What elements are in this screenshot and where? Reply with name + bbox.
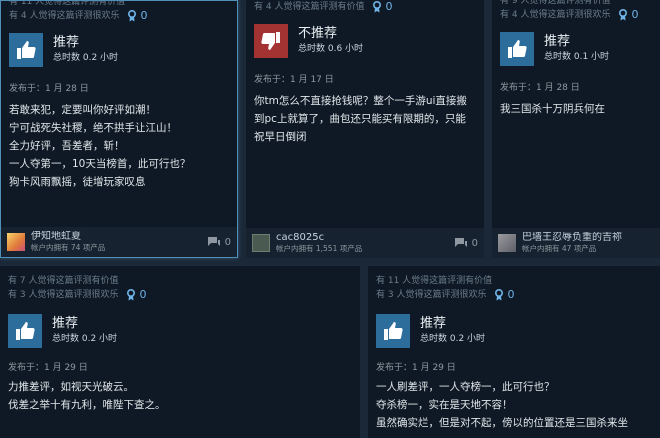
review-line: 全力好评，吾差者，斩！ xyxy=(9,140,125,152)
funny-count: 有 4 人觉得这篇评测有价值 0 xyxy=(254,0,476,14)
award-icon xyxy=(128,10,137,22)
review-card[interactable]: 有 9 人觉得这篇评测有价值 有 4 人觉得这篇评测很欢乐 0 推荐 总时数 0… xyxy=(492,0,660,258)
recommendation-label: 不推荐 xyxy=(298,26,338,41)
award-icon xyxy=(619,9,628,21)
funny-count-text: 有 3 人觉得这篇评测很欢乐 xyxy=(376,290,487,300)
recommendation: 推荐 总时数 0.1 小时 xyxy=(500,32,652,66)
review-card[interactable]: 有 7 人觉得这篇评测有价值 有 3 人觉得这篇评测很欢乐 0 推荐 总时数 0… xyxy=(0,266,360,438)
review-text: 你tm怎么不直接抢钱呢？整个一手游ui直接搬 到pc上就算了，曲包还只能买有限期… xyxy=(254,92,476,146)
comment-icon xyxy=(454,238,467,247)
thumbs-up-icon xyxy=(500,32,534,66)
award-count: 0 xyxy=(631,8,639,21)
thumbs-down-icon xyxy=(254,24,288,58)
recommendation: 推荐 总时数 0.2 小时 xyxy=(376,314,652,348)
funny-count: 有 3 人觉得这篇评测很欢乐 0 xyxy=(8,288,352,302)
award-icon xyxy=(495,289,504,301)
review-line: 虽然确实烂，但是对不起，傍以的位置还是三国杀来坐 xyxy=(376,417,628,429)
funny-count-text: 有 3 人觉得这篇评测很欢乐 xyxy=(8,290,119,300)
award-icon xyxy=(127,289,136,301)
review-author[interactable]: 巴墙王忍辱负重的吉祢 帐户内拥有 47 项产品 xyxy=(492,228,660,258)
award-button[interactable]: 0 xyxy=(494,288,514,302)
award-icon xyxy=(373,1,382,13)
comments-button[interactable]: 0 xyxy=(454,237,478,249)
funny-count-text: 有 4 人觉得这篇评测很欢乐 xyxy=(9,11,120,21)
username[interactable]: 伊知地虹夏 xyxy=(31,231,207,243)
review-author[interactable]: 伊知地虹夏 帐户内拥有 74 项产品 0 xyxy=(1,227,237,257)
review-author[interactable]: cac8025c 帐户内拥有 1,551 项产品 0 xyxy=(246,228,484,258)
comments-button[interactable]: 0 xyxy=(207,236,231,248)
review-line: 你tm怎么不直接抢钱呢？整个一手游ui直接搬 xyxy=(254,95,467,107)
recommendation-label: 推荐 xyxy=(420,316,447,331)
thumbs-up-icon xyxy=(8,314,42,348)
comment-count: 0 xyxy=(224,236,231,248)
award-count: 0 xyxy=(385,0,393,13)
avatar[interactable] xyxy=(498,234,516,252)
review-line: 一人夺第一，10天当榜首，此可行也？ xyxy=(9,158,191,170)
recommendation-label: 推荐 xyxy=(53,35,80,50)
username[interactable]: cac8025c xyxy=(276,232,454,244)
recommendation-label: 推荐 xyxy=(544,34,571,49)
review-line: 祝早日倒闭 xyxy=(254,131,307,143)
award-button[interactable]: 0 xyxy=(126,288,146,302)
hours-played: 总时数 0.6 小时 xyxy=(298,44,364,54)
award-button[interactable]: 0 xyxy=(127,9,147,23)
recommendation: 不推荐 总时数 0.6 小时 xyxy=(254,24,476,58)
review-line: 狗卡风雨飘摇，徒增玩家叹息 xyxy=(9,176,146,188)
recommendation: 推荐 总时数 0.2 小时 xyxy=(8,314,352,348)
avatar[interactable] xyxy=(252,234,270,252)
review-line: 力推差评，如视天光破云。 xyxy=(8,381,134,393)
review-text: 一人刷差评，一人夺榜一，此可行也？ 夺杀榜一，实在是天地不容！ 虽然确实烂，但是… xyxy=(376,378,652,432)
posted-date: 发布于：1 月 29 日 xyxy=(376,363,456,373)
review-line: 夺杀榜一，实在是天地不容！ xyxy=(376,399,513,411)
recommendation-label: 推荐 xyxy=(52,316,79,331)
comment-count: 0 xyxy=(471,237,478,249)
hours-played: 总时数 0.2 小时 xyxy=(53,53,119,63)
review-line: 我三国杀十万阴兵何在 xyxy=(500,103,605,115)
funny-count-text: 有 4 人觉得这篇评测有价值 xyxy=(254,2,365,12)
review-card[interactable]: 有 11 人觉得这篇评测有价值 有 3 人觉得这篇评测很欢乐 0 推荐 总时数 … xyxy=(368,266,660,438)
hours-played: 总时数 0.2 小时 xyxy=(420,334,486,344)
products-owned: 帐户内拥有 74 项产品 xyxy=(31,243,106,252)
thumbs-up-icon xyxy=(9,33,43,67)
review-line: 宁可战死失社稷，绝不拱手让江山！ xyxy=(9,122,177,134)
thumbs-up-icon xyxy=(376,314,410,348)
funny-count: 有 3 人觉得这篇评测很欢乐 0 xyxy=(376,288,652,302)
review-line: 伐差之举十有九利，唯陛下查之。 xyxy=(8,399,166,411)
posted-date: 发布于：1 月 29 日 xyxy=(8,363,88,373)
review-line: 到pc上就算了，曲包还只能买有限期的，只能 xyxy=(254,113,466,125)
review-card[interactable]: 有 4 人觉得这篇评测有价值 0 不推荐 总时数 0.6 小时 发布于：1 月 … xyxy=(246,0,484,258)
posted-date: 发布于：1 月 28 日 xyxy=(500,83,580,93)
award-count: 0 xyxy=(140,9,148,22)
award-button[interactable]: 0 xyxy=(372,0,392,14)
products-owned: 帐户内拥有 47 项产品 xyxy=(522,244,597,253)
award-count: 0 xyxy=(507,288,515,301)
helpful-count: 有 7 人觉得这篇评测有价值 xyxy=(8,276,119,286)
posted-date: 发布于：1 月 17 日 xyxy=(254,75,334,85)
review-text: 我三国杀十万阴兵何在 xyxy=(500,100,652,118)
award-button[interactable]: 0 xyxy=(618,8,638,22)
review-text: 若敢来犯，定要叫你好评如潮！ 宁可战死失社稷，绝不拱手让江山！ 全力好评，吾差者… xyxy=(9,101,229,191)
username[interactable]: 巴墙王忍辱负重的吉祢 xyxy=(522,232,654,244)
recommendation: 推荐 总时数 0.2 小时 xyxy=(9,33,229,67)
hours-played: 总时数 0.2 小时 xyxy=(52,334,118,344)
review-line: 若敢来犯，定要叫你好评如潮！ xyxy=(9,104,156,116)
funny-count-text: 有 4 人觉得这篇评测很欢乐 xyxy=(500,10,611,20)
helpful-count: 有 11 人觉得这篇评测有价值 xyxy=(9,0,126,7)
review-card[interactable]: 有 11 人觉得这篇评测有价值 有 4 人觉得这篇评测很欢乐 0 推荐 总时数 … xyxy=(0,0,238,258)
funny-count: 有 4 人觉得这篇评测很欢乐 0 xyxy=(500,8,652,22)
helpful-count: 有 11 人觉得这篇评测有价值 xyxy=(376,276,493,286)
funny-count: 有 4 人觉得这篇评测很欢乐 0 xyxy=(9,9,229,23)
avatar[interactable] xyxy=(7,233,25,251)
review-line: 一人刷差评，一人夺榜一，此可行也？ xyxy=(376,381,555,393)
hours-played: 总时数 0.1 小时 xyxy=(544,52,610,62)
award-count: 0 xyxy=(139,288,147,301)
products-owned: 帐户内拥有 1,551 项产品 xyxy=(276,244,363,253)
review-text: 力推差评，如视天光破云。 伐差之举十有九利，唯陛下查之。 xyxy=(8,378,352,414)
comment-icon xyxy=(207,237,220,246)
helpful-count: 有 9 人觉得这篇评测有价值 xyxy=(500,0,611,6)
posted-date: 发布于：1 月 28 日 xyxy=(9,84,89,94)
